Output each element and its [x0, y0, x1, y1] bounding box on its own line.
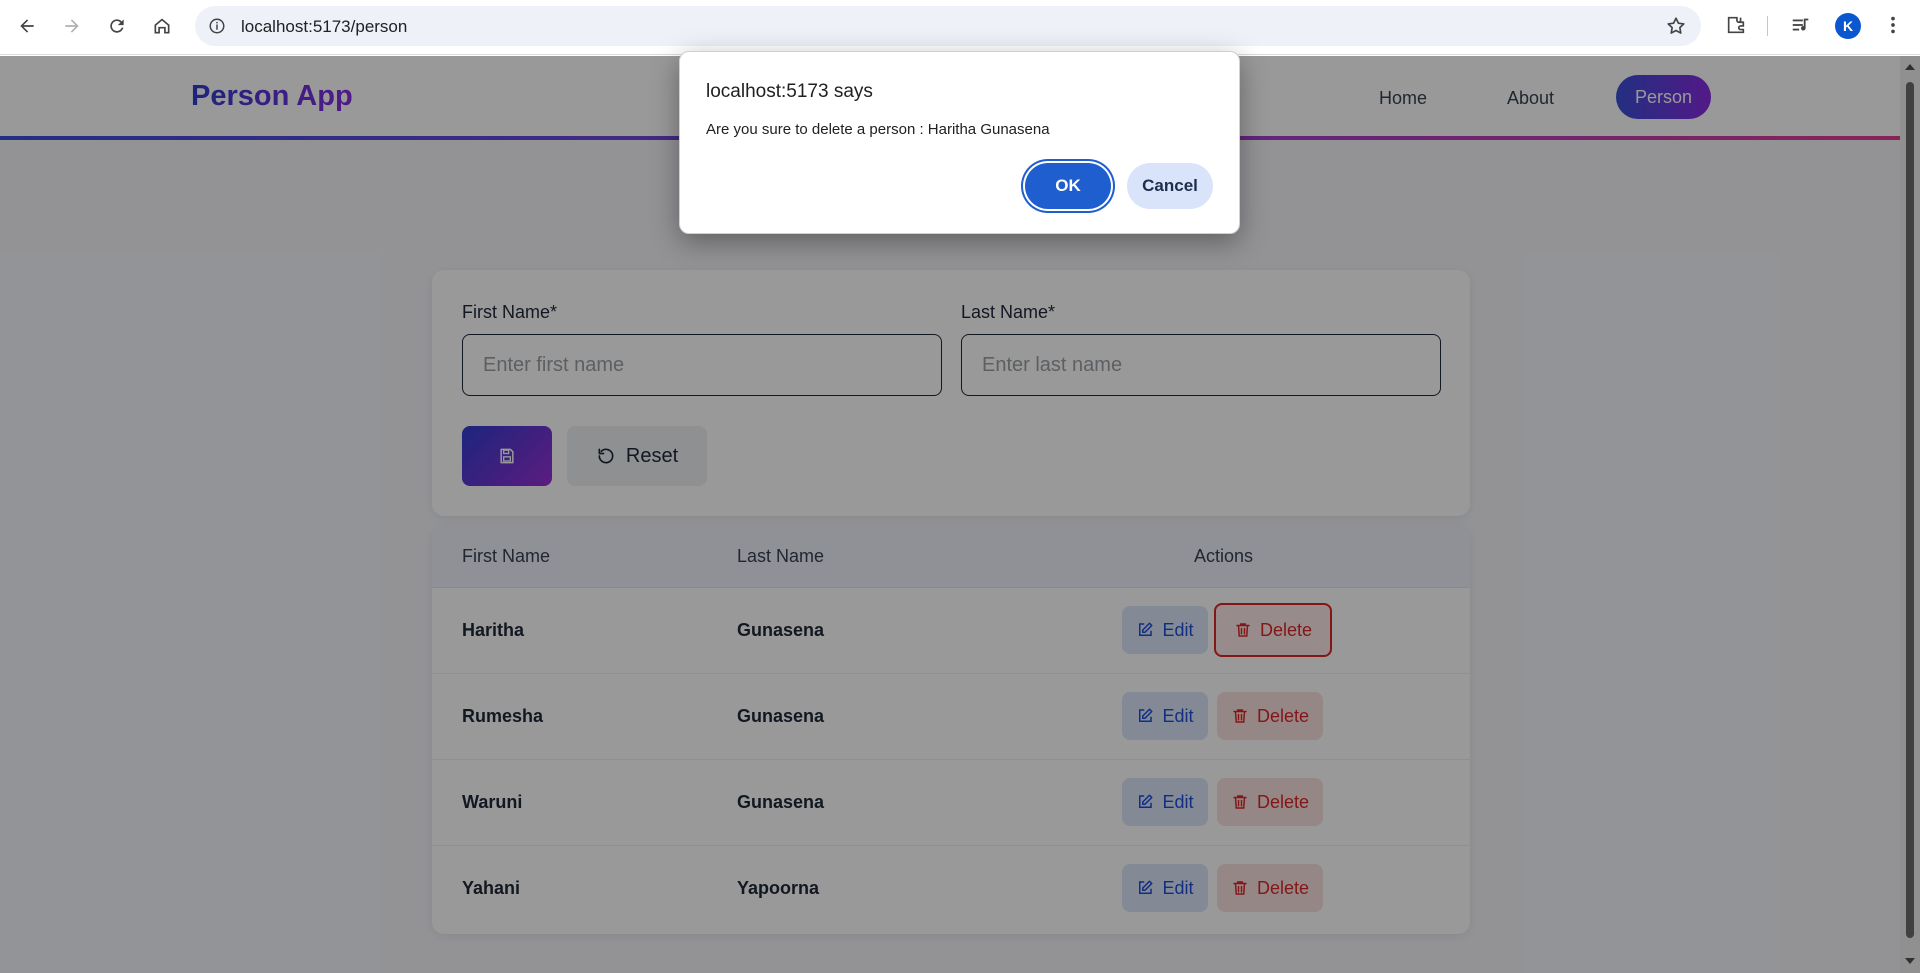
dialog-cancel-button[interactable]: Cancel [1127, 163, 1213, 209]
toolbar-divider [1767, 16, 1768, 36]
arrow-right-icon [65, 19, 79, 33]
extensions-icon[interactable] [1723, 12, 1749, 38]
dialog-message: Are you sure to delete a person : Harith… [706, 121, 1050, 138]
back-button[interactable] [11, 10, 43, 42]
bookmark-star-icon[interactable] [1665, 15, 1687, 37]
media-controls-icon[interactable] [1788, 12, 1814, 38]
profile-avatar[interactable]: K [1835, 13, 1861, 39]
arrow-left-icon [20, 19, 34, 33]
reload-icon [110, 19, 124, 33]
address-bar[interactable]: localhost:5173/person [195, 6, 1701, 46]
home-icon [154, 18, 170, 34]
site-info-icon[interactable] [203, 12, 231, 40]
reload-button[interactable] [101, 10, 133, 42]
dialog-title: localhost:5173 says [706, 81, 873, 102]
url-text: localhost:5173/person [241, 17, 408, 36]
kebab-menu-icon[interactable] [1880, 12, 1906, 38]
dialog-ok-button[interactable]: OK [1025, 163, 1111, 209]
home-button[interactable] [146, 10, 178, 42]
confirm-dialog: localhost:5173 says Are you sure to dele… [679, 51, 1240, 234]
forward-button[interactable] [56, 10, 88, 42]
browser-toolbar: localhost:5173/person K [0, 0, 1920, 55]
